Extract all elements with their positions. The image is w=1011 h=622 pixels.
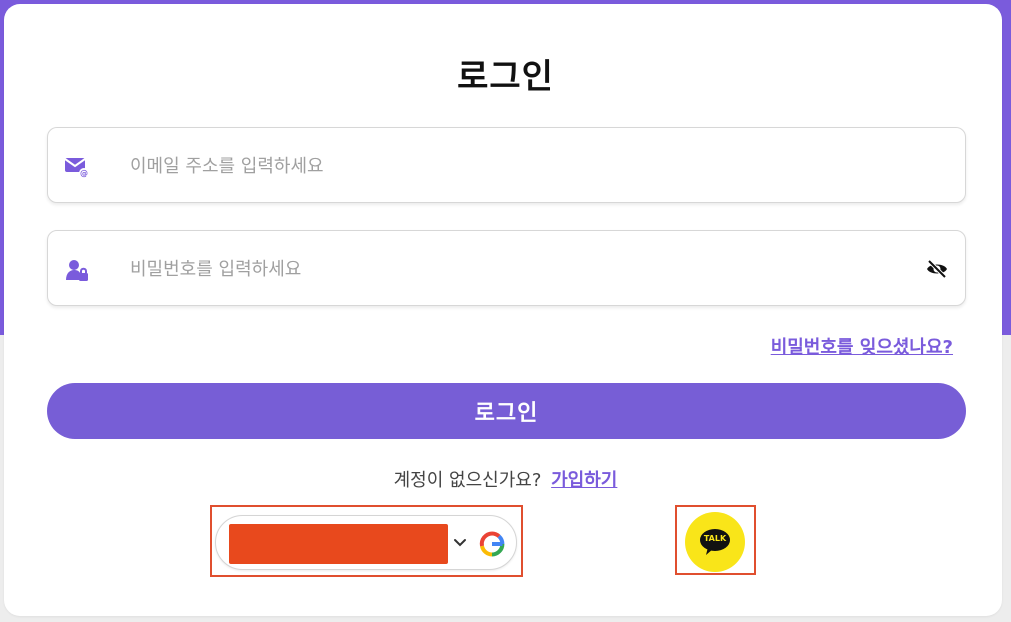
password-field[interactable] (47, 230, 966, 306)
email-field[interactable]: @ (47, 127, 966, 203)
google-login-button[interactable] (215, 515, 517, 570)
email-icon: @ (64, 154, 90, 180)
signup-prompt-line: 계정이 없으신가요? 가입하기 (4, 466, 1007, 492)
login-button[interactable]: 로그인 (47, 383, 966, 439)
kakao-talk-label: TALK (703, 534, 727, 543)
google-icon (478, 530, 506, 558)
user-lock-icon (64, 257, 90, 283)
svg-text:@: @ (80, 169, 88, 178)
password-input[interactable] (128, 253, 892, 285)
forgot-password-link[interactable]: 비밀번호를 잊으셨나요? (771, 333, 953, 359)
eye-slash-icon[interactable] (925, 257, 949, 281)
kakao-login-button[interactable]: TALK (685, 512, 745, 572)
signup-link[interactable]: 가입하기 (551, 470, 617, 491)
google-login-highlight (210, 505, 523, 577)
redacted-account-info (229, 524, 448, 564)
kakao-login-highlight: TALK (675, 505, 756, 575)
chevron-down-icon (452, 534, 468, 550)
page-title: 로그인 (457, 57, 554, 97)
email-input[interactable] (128, 150, 892, 182)
signup-prompt-text: 계정이 없으신가요? (393, 470, 542, 491)
